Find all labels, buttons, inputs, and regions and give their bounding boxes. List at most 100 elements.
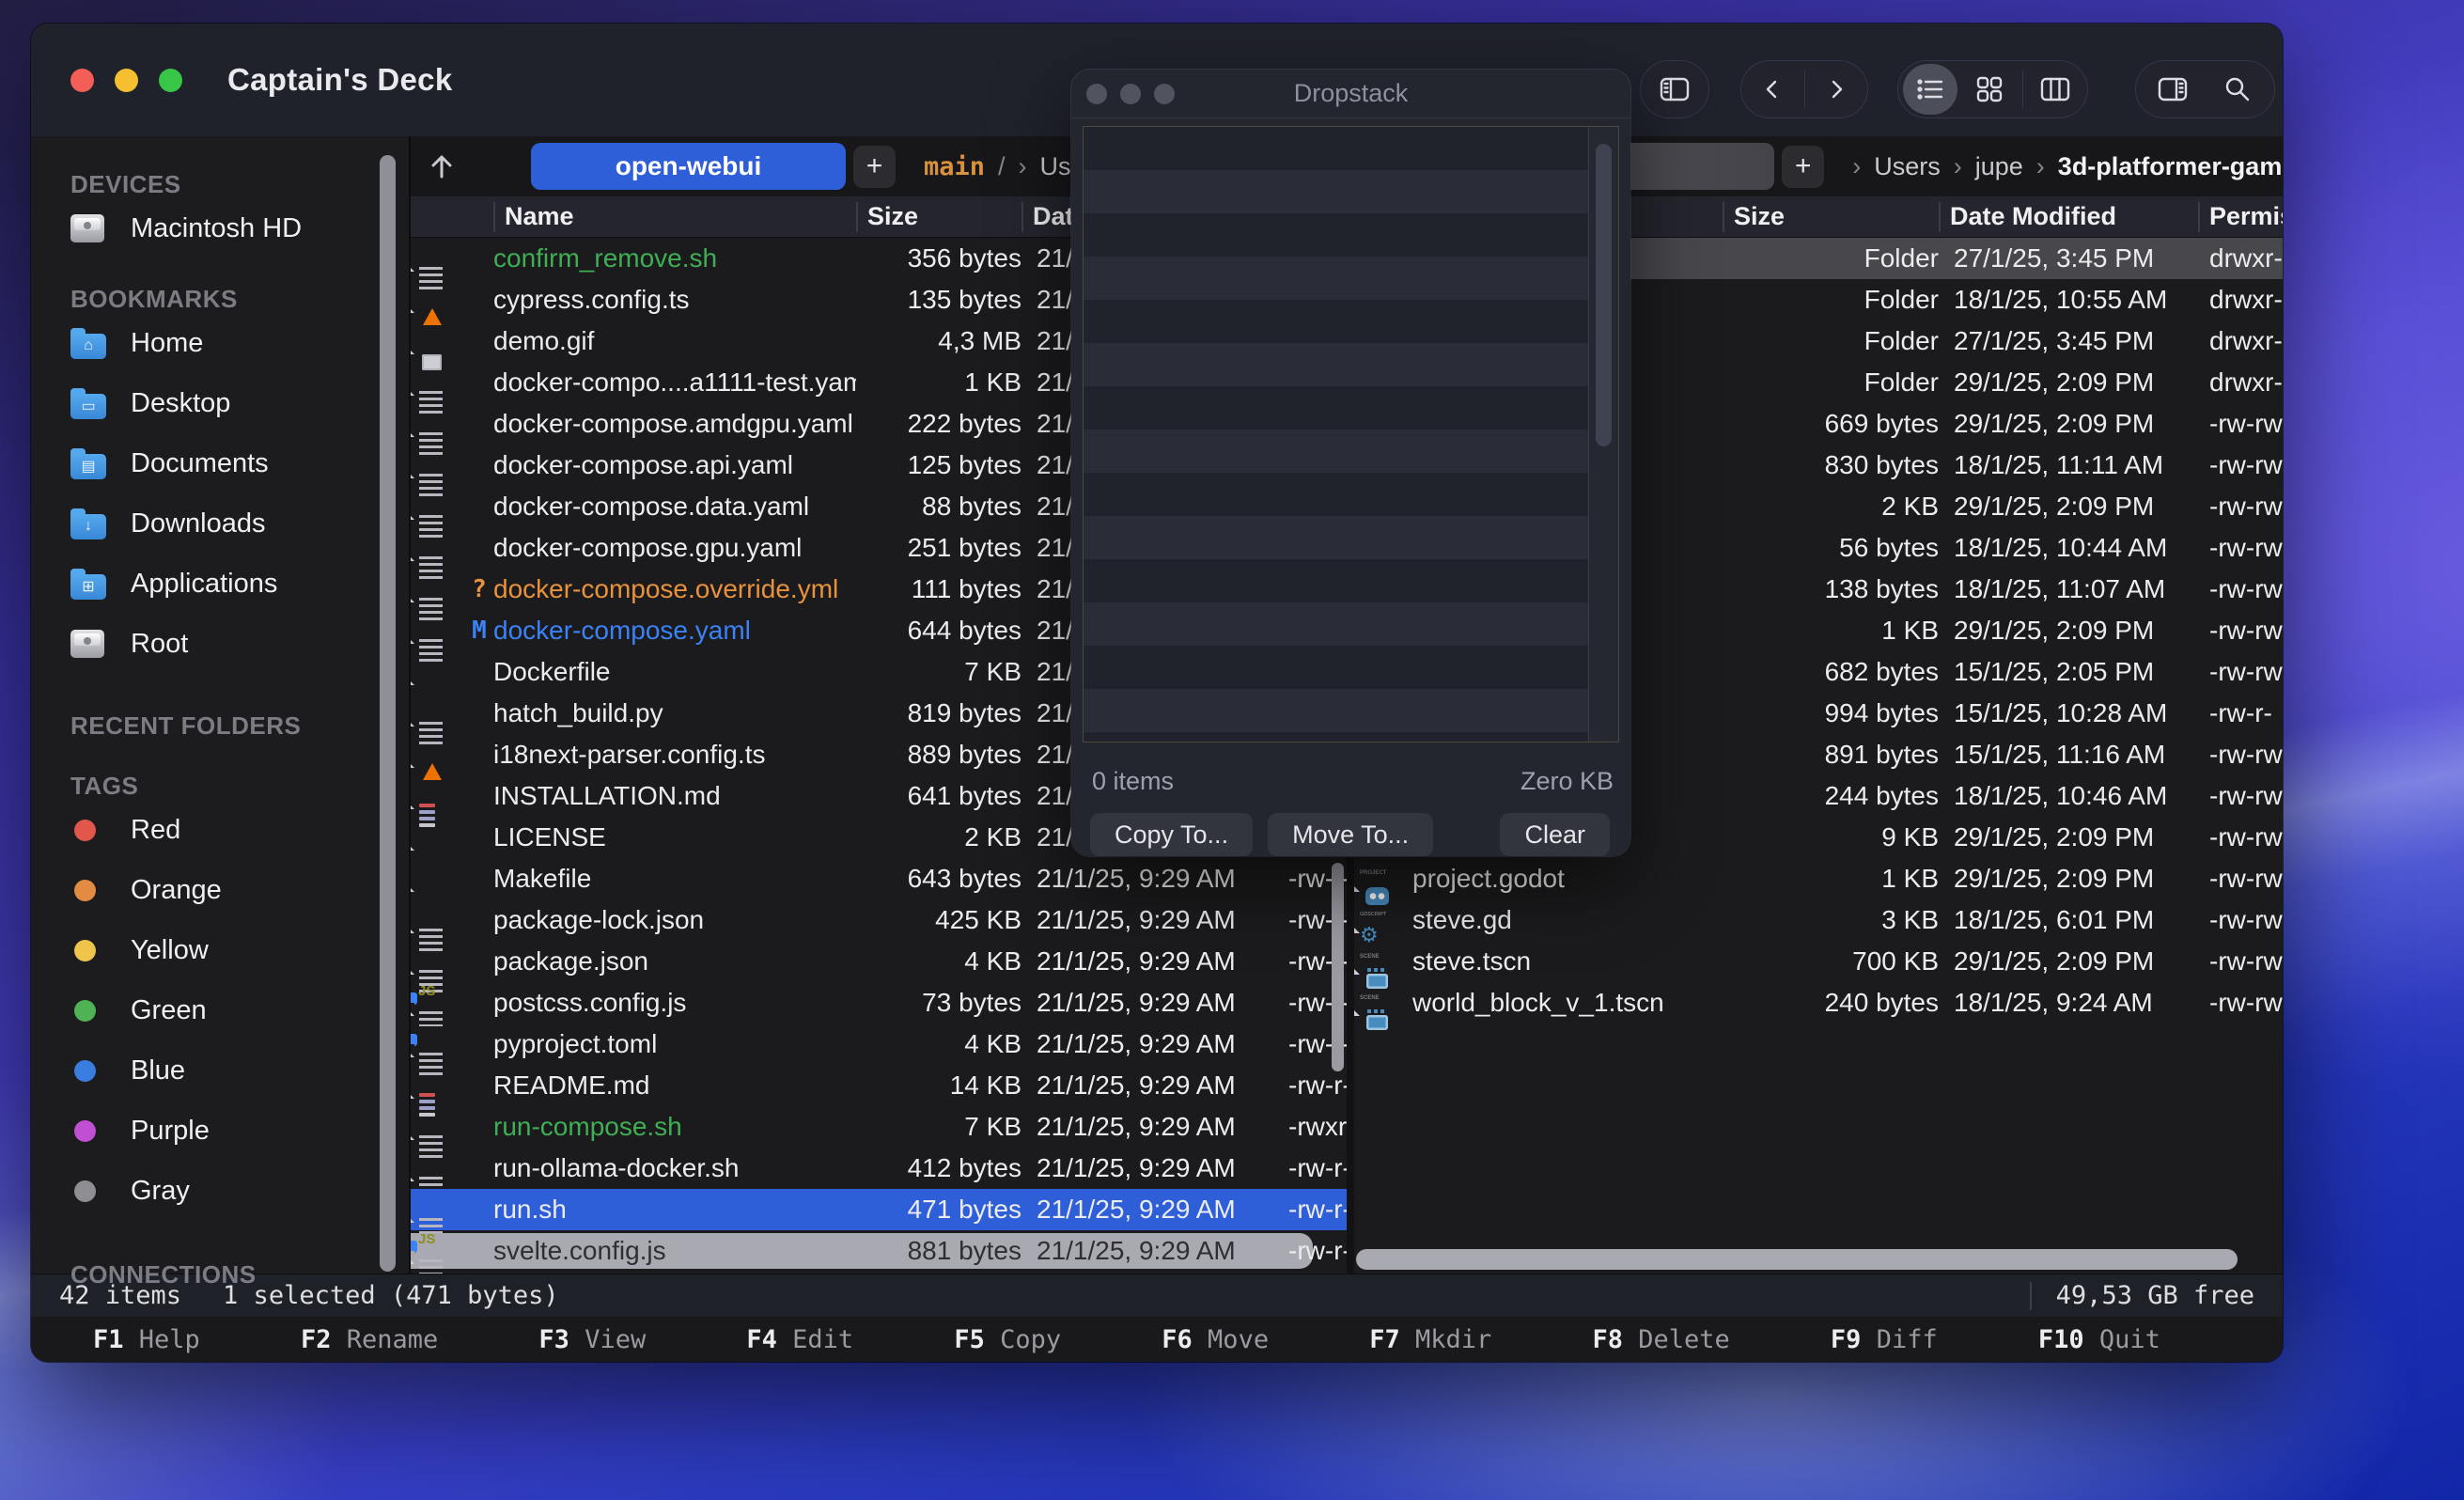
sidebar-item-applications[interactable]: ⊞Applications: [70, 554, 409, 614]
function-key-label: Quit: [2084, 1325, 2160, 1354]
preview-panel-button[interactable]: [2145, 64, 2200, 115]
function-key-number: F10: [2038, 1325, 2084, 1354]
file-date: 21/1/25, 9:29 AM: [1021, 946, 1277, 977]
file-permissions: -rw-rw: [2198, 988, 2283, 1018]
file-size: 641 bytes: [856, 781, 1021, 811]
file-row[interactable]: pyproject.toml4 KB21/1/25, 9:29 AM-rw-r-: [411, 1023, 1347, 1065]
forward-button[interactable]: [1809, 64, 1864, 115]
sidebar-item-blue[interactable]: Blue: [70, 1040, 409, 1101]
file-row[interactable]: package-lock.json425 KB21/1/25, 9:29 AM-…: [411, 899, 1347, 941]
close-button[interactable]: [70, 69, 94, 92]
folder-icon: ⊞: [70, 574, 106, 600]
breadcrumb-segment[interactable]: jupe: [1975, 152, 2023, 181]
right-horizontal-scrollbar[interactable]: [1356, 1249, 2238, 1270]
dropstack-window: Dropstack 0 items Zero KB Copy To...Move…: [1071, 70, 1630, 856]
function-key-f1[interactable]: F1 Help: [93, 1325, 200, 1354]
dropstack-copy-to-button[interactable]: Copy To...: [1090, 813, 1253, 856]
go-up-button[interactable]: [420, 145, 463, 188]
dropstack-clear-button[interactable]: Clear: [1500, 813, 1610, 856]
dropstack-list[interactable]: [1083, 126, 1619, 742]
file-date: 18/1/25, 10:55 AM: [1939, 285, 2198, 315]
sidebar-item-root[interactable]: Root: [70, 614, 409, 674]
sidebar-item-downloads[interactable]: ↓Downloads: [70, 493, 409, 554]
sidebar-item-gray[interactable]: Gray: [70, 1161, 409, 1221]
sidebar-item-orange[interactable]: Orange: [70, 860, 409, 920]
search-button[interactable]: [2210, 64, 2265, 115]
sidebar-item-home[interactable]: ⌂Home: [70, 313, 409, 373]
grid-view-button[interactable]: [1962, 64, 2017, 115]
file-permissions: -rw-rw: [2198, 905, 2283, 935]
column-header-size[interactable]: Size: [1723, 202, 1939, 232]
back-button[interactable]: [1745, 64, 1800, 115]
sidebar-item-documents[interactable]: ▤Documents: [70, 433, 409, 493]
left-vertical-scrollbar[interactable]: [1332, 863, 1344, 1071]
dropstack-move-to-button[interactable]: Move To...: [1268, 813, 1433, 856]
file-row[interactable]: Makefile643 bytes21/1/25, 9:29 AM-rw-r-: [411, 858, 1347, 899]
breadcrumb-segment[interactable]: 3d-platformer-game: [2058, 152, 2283, 181]
sidebar-item-macintosh-hd[interactable]: Macintosh HD: [70, 198, 409, 258]
function-key-f10[interactable]: F10 Quit: [2038, 1325, 2160, 1354]
file-row[interactable]: JSsvelte.config.js881 bytes21/1/25, 9:29…: [411, 1230, 1347, 1272]
function-key-number: F5: [954, 1325, 985, 1354]
file-row[interactable]: JSpostcss.config.js73 bytes21/1/25, 9:29…: [411, 982, 1347, 1023]
zoom-button[interactable]: [159, 69, 182, 92]
file-row[interactable]: ⚙steve.gd3 KB18/1/25, 6:01 PM-rw-rw: [1354, 899, 2283, 941]
left-new-tab-button[interactable]: +: [853, 146, 896, 188]
function-key-label: View: [569, 1325, 646, 1354]
function-key-f7[interactable]: F7 Mkdir: [1369, 1325, 1491, 1354]
column-header-date-modified[interactable]: Date Modified: [1939, 202, 2198, 232]
file-date: 29/1/25, 2:09 PM: [1939, 946, 2198, 977]
file-date: 21/1/25, 9:29 AM: [1021, 1029, 1277, 1059]
file-date: 29/1/25, 2:09 PM: [1939, 409, 2198, 439]
sidebar-scrollbar[interactable]: [380, 155, 396, 1272]
file-row[interactable]: README.md14 KB21/1/25, 9:29 AM-rw-r-: [411, 1065, 1347, 1106]
file-row[interactable]: steve.tscn700 KB29/1/25, 2:09 PM-rw-rw: [1354, 941, 2283, 982]
sidebar-item-desktop[interactable]: ▭Desktop: [70, 373, 409, 433]
file-permissions: -rw-rw: [2198, 822, 2283, 852]
dropstack-buttons: Copy To... Move To... Clear: [1071, 796, 1630, 856]
left-pane-tab[interactable]: open-webui: [531, 143, 846, 190]
drive-icon: [70, 214, 104, 242]
column-header-size[interactable]: Size: [856, 202, 1021, 232]
file-row[interactable]: run.sh471 bytes21/1/25, 9:29 AM-rw-r-: [411, 1189, 1347, 1230]
breadcrumb-segment[interactable]: main: [924, 152, 985, 181]
function-key-f4[interactable]: F4 Edit: [746, 1325, 853, 1354]
file-name: world_block_v_1.tscn: [1412, 988, 1723, 1018]
function-key-f2[interactable]: F2 Rename: [301, 1325, 438, 1354]
file-row[interactable]: package.json4 KB21/1/25, 9:29 AM-rw-r-: [411, 941, 1347, 982]
function-key-f3[interactable]: F3 View: [538, 1325, 646, 1354]
function-key-f9[interactable]: F9 Diff: [1831, 1325, 1938, 1354]
file-size: 643 bytes: [856, 864, 1021, 894]
dropstack-scrollbar-thumb[interactable]: [1596, 144, 1612, 446]
sidebar-item-red[interactable]: Red: [70, 800, 409, 860]
free-space: 49,53 GB free: [2056, 1281, 2254, 1310]
dropstack-title: Dropstack: [1071, 79, 1630, 108]
file-size: 412 bytes: [856, 1153, 1021, 1183]
right-new-tab-button[interactable]: +: [1782, 146, 1824, 188]
file-size: 14 KB: [856, 1070, 1021, 1101]
right-breadcrumb[interactable]: ›Users›jupe›3d-platformer-game: [1852, 152, 2283, 181]
file-row[interactable]: run-ollama-docker.sh412 bytes21/1/25, 9:…: [411, 1148, 1347, 1189]
sidebar-item-yellow[interactable]: Yellow: [70, 920, 409, 980]
minimize-button[interactable]: [115, 69, 138, 92]
file-size: 425 KB: [856, 905, 1021, 935]
file-date: 21/1/25, 9:29 AM: [1021, 864, 1277, 894]
function-key-f6[interactable]: F6 Move: [1162, 1325, 1269, 1354]
list-view-button[interactable]: [1903, 64, 1957, 115]
file-size: 7 KB: [856, 1112, 1021, 1142]
sidebar-item-purple[interactable]: Purple: [70, 1101, 409, 1161]
function-key-f8[interactable]: F8 Delete: [1592, 1325, 1729, 1354]
sidebar-item-label: Root: [131, 629, 188, 660]
sidebar-item-green[interactable]: Green: [70, 980, 409, 1040]
column-header-name[interactable]: Name: [493, 202, 856, 232]
columns-view-button[interactable]: [2028, 64, 2082, 115]
sidebar-toggle-button[interactable]: [1647, 64, 1702, 115]
breadcrumb-segment[interactable]: Users: [1874, 152, 1941, 181]
file-name: docker-compose.api.yaml: [493, 450, 856, 480]
file-row[interactable]: run-compose.sh7 KB21/1/25, 9:29 AM-rwxr-: [411, 1106, 1347, 1148]
function-key-f5[interactable]: F5 Copy: [954, 1325, 1061, 1354]
file-row[interactable]: world_block_v_1.tscn240 bytes18/1/25, 9:…: [1354, 982, 2283, 1023]
function-key-label: Help: [124, 1325, 200, 1354]
file-row[interactable]: project.godot1 KB29/1/25, 2:09 PM-rw-rw: [1354, 858, 2283, 899]
column-header-permissions[interactable]: Permissions: [2198, 202, 2283, 232]
